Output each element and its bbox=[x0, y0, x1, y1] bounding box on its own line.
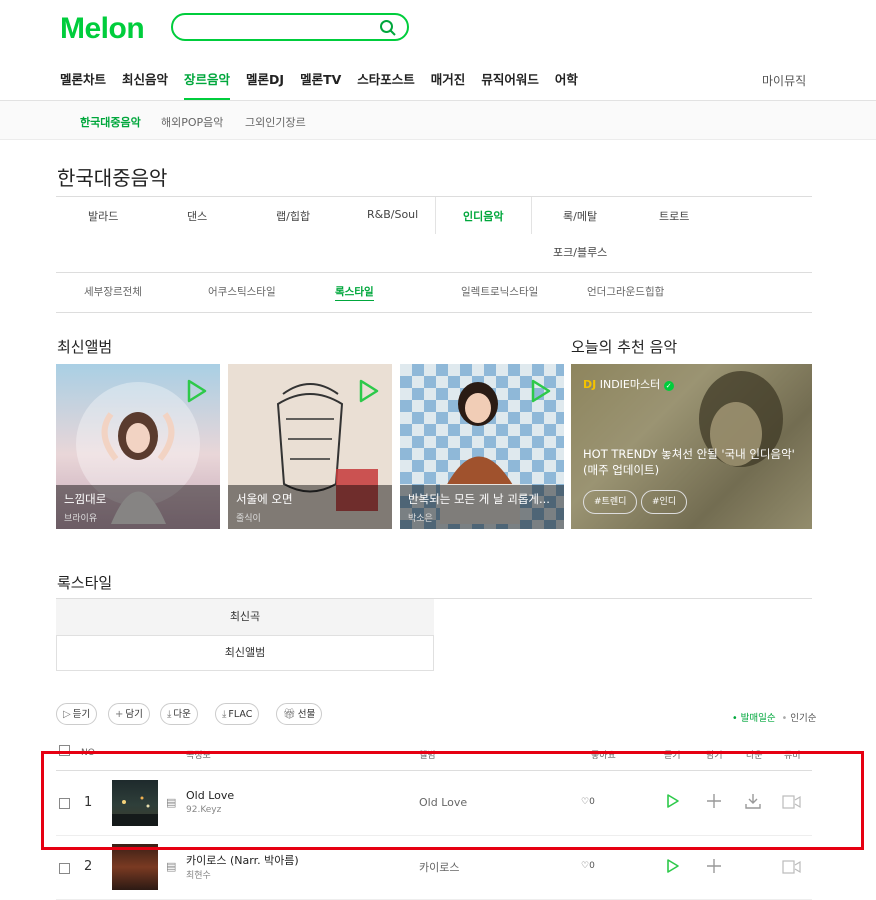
recommend-title: 오늘의 추천 음악 bbox=[571, 338, 678, 356]
album-title[interactable]: 반복되는 모든 게 날 괴롭게... bbox=[408, 491, 550, 507]
recommend-card[interactable]: DJ INDIE마스터 ✓ HOT TRENDY 놓쳐선 안될 '국내 인디음악… bbox=[571, 364, 812, 529]
genre-hiphop[interactable]: 랩/힙합 bbox=[276, 208, 310, 224]
nav-genre-music[interactable]: 장르음악 bbox=[184, 70, 231, 100]
detail-all[interactable]: 세부장르전체 bbox=[84, 284, 142, 299]
row-rank: 2 bbox=[84, 859, 93, 874]
detail-acoustic[interactable]: 어쿠스틱스타일 bbox=[208, 284, 276, 299]
verified-icon: ✓ bbox=[663, 381, 674, 391]
album-title[interactable]: 서울에 오면 bbox=[236, 491, 293, 507]
heart-icon: ♡ bbox=[581, 861, 590, 871]
nav-melon-chart[interactable]: 멜론차트 bbox=[60, 70, 106, 100]
download-button[interactable]: ⤓ 다운 bbox=[160, 703, 198, 725]
genre-ballad[interactable]: 발라드 bbox=[88, 208, 118, 224]
genre-trot[interactable]: 트로트 bbox=[659, 208, 689, 224]
latest-albums-title: 최신앨범 bbox=[57, 338, 113, 356]
search-icon[interactable] bbox=[379, 19, 397, 37]
gift-icon: 🎁︎ bbox=[283, 709, 296, 720]
plus-icon: + bbox=[115, 709, 124, 720]
add-icon[interactable] bbox=[706, 858, 722, 874]
add-button[interactable]: + 담기 bbox=[108, 703, 150, 725]
detail-rock-style[interactable]: 록스타일 bbox=[335, 284, 374, 301]
row-checkbox[interactable] bbox=[59, 863, 70, 874]
album-artist[interactable]: 박소은 bbox=[408, 511, 433, 524]
album-card[interactable]: 반복되는 모든 게 날 괴롭게... 박소은 bbox=[400, 364, 564, 529]
like-button[interactable]: ♡0 bbox=[581, 861, 595, 871]
listen-label: 듣기 bbox=[72, 709, 91, 720]
album-caption: 느낌대로 브라이유 bbox=[56, 485, 220, 529]
nav-melon-dj[interactable]: 멜론DJ bbox=[246, 70, 284, 100]
sort-release-dot: • bbox=[732, 713, 738, 724]
tab-latest-albums[interactable]: 최신앨범 bbox=[56, 635, 434, 671]
flac-button[interactable]: ⤓ FLAC bbox=[215, 703, 260, 725]
genre-rock[interactable]: 록/메탈 bbox=[563, 208, 597, 224]
nav-melon-tv[interactable]: 멜론TV bbox=[300, 70, 341, 100]
album-artist[interactable]: 줄식이 bbox=[236, 511, 261, 524]
song-title[interactable]: 카이로스 (Narr. 박아름) bbox=[186, 852, 299, 868]
tab-latest-songs[interactable]: 최신곡 bbox=[56, 599, 434, 635]
my-music-link[interactable]: 마이뮤직 bbox=[762, 72, 806, 89]
melon-logo[interactable]: Melon bbox=[60, 12, 145, 46]
music-video-icon[interactable] bbox=[782, 860, 802, 874]
nav-latest-music[interactable]: 최신음악 bbox=[122, 70, 168, 100]
genre-dance[interactable]: 댄스 bbox=[187, 208, 207, 224]
dj-name[interactable]: INDIE마스터 bbox=[600, 378, 661, 391]
dj-badge: DJ INDIE마스터 ✓ bbox=[583, 376, 674, 392]
main-nav: 멜론차트 최신음악 장르음악 멜론DJ 멜론TV 스타포스트 매거진 뮤직어워드… bbox=[60, 70, 594, 102]
album-title[interactable]: 느낌대로 bbox=[64, 491, 106, 507]
gift-label: 선물 bbox=[297, 709, 316, 720]
album-card[interactable]: 느낌대로 브라이유 bbox=[56, 364, 220, 529]
album-caption: 서울에 오면 줄식이 bbox=[228, 485, 392, 529]
recommend-text[interactable]: HOT TRENDY 놓쳐선 안될 '국내 인디음악' (매주 업데이트) bbox=[583, 446, 805, 478]
listen-button[interactable]: ▷ 듣기 bbox=[56, 703, 98, 725]
add-label: 담기 bbox=[125, 709, 143, 720]
sub-nav: 한국대중음악 해외POP음악 그외인기장르 bbox=[0, 101, 876, 140]
style-tabs: 최신곡 최신앨범 bbox=[56, 598, 812, 673]
nav-language[interactable]: 어학 bbox=[555, 70, 578, 100]
dj-label: DJ bbox=[583, 378, 597, 391]
play-icon[interactable] bbox=[186, 378, 208, 404]
genre-rnb[interactable]: R&B/Soul bbox=[367, 208, 418, 221]
download-icon: ⤓ bbox=[222, 709, 227, 720]
sort-by-release[interactable]: 발매일순 bbox=[741, 713, 776, 724]
album-cover[interactable] bbox=[112, 844, 158, 890]
lyrics-icon[interactable]: ▤ bbox=[166, 860, 176, 873]
detail-underground-hiphop[interactable]: 언더그라운드힙합 bbox=[587, 284, 664, 299]
nav-magazine[interactable]: 매거진 bbox=[431, 70, 466, 100]
play-icon[interactable] bbox=[666, 858, 680, 874]
sort-by-popularity[interactable]: 인기순 bbox=[790, 713, 816, 724]
play-icon[interactable] bbox=[530, 378, 552, 404]
like-count: 0 bbox=[589, 861, 595, 871]
play-icon[interactable] bbox=[358, 378, 380, 404]
genre-tabs: 발라드 댄스 랩/힙합 R&B/Soul 인디음악 록/메탈 트로트 포크/블루… bbox=[56, 196, 812, 273]
sort-popular-dot: • bbox=[781, 713, 788, 724]
subnav-korean-pop[interactable]: 한국대중음악 bbox=[80, 114, 141, 130]
gift-button[interactable]: 🎁︎ 선물 bbox=[276, 703, 323, 725]
subnav-other-genres[interactable]: 그외인기장르 bbox=[245, 114, 306, 130]
album-artist[interactable]: 브라이유 bbox=[64, 511, 97, 524]
album-caption: 반복되는 모든 게 날 괴롭게... 박소은 bbox=[400, 485, 564, 529]
album-card[interactable]: 서울에 오면 줄식이 bbox=[228, 364, 392, 529]
flac-label: FLAC bbox=[228, 709, 253, 720]
tag-indie[interactable]: #인디 bbox=[641, 490, 688, 514]
detail-genre-tabs: 세부장르전체 어쿠스틱스타일 록스타일 일렉트로닉스타일 언더그라운드힙합 bbox=[56, 272, 812, 313]
genre-indie[interactable]: 인디음악 bbox=[463, 208, 503, 224]
search-input[interactable] bbox=[171, 13, 409, 41]
nav-music-award[interactable]: 뮤직어워드 bbox=[481, 70, 539, 100]
highlight-box bbox=[41, 751, 864, 850]
page-title: 한국대중음악 bbox=[57, 166, 168, 190]
sort-options: • 발매일순 • 인기순 bbox=[732, 710, 817, 724]
style-section-title: 록스타일 bbox=[57, 574, 113, 592]
detail-electronic[interactable]: 일렉트로닉스타일 bbox=[461, 284, 538, 299]
genre-folk[interactable]: 포크/블루스 bbox=[553, 244, 607, 260]
download-label: 다운 bbox=[173, 709, 191, 720]
play-icon: ▷ bbox=[63, 709, 71, 720]
song-album[interactable]: 카이로스 bbox=[419, 859, 459, 875]
download-icon: ⤓ bbox=[167, 709, 172, 720]
tag-trendy[interactable]: #트렌디 bbox=[583, 490, 638, 514]
subnav-foreign-pop[interactable]: 해외POP음악 bbox=[161, 114, 223, 130]
nav-star-post[interactable]: 스타포스트 bbox=[357, 70, 415, 100]
